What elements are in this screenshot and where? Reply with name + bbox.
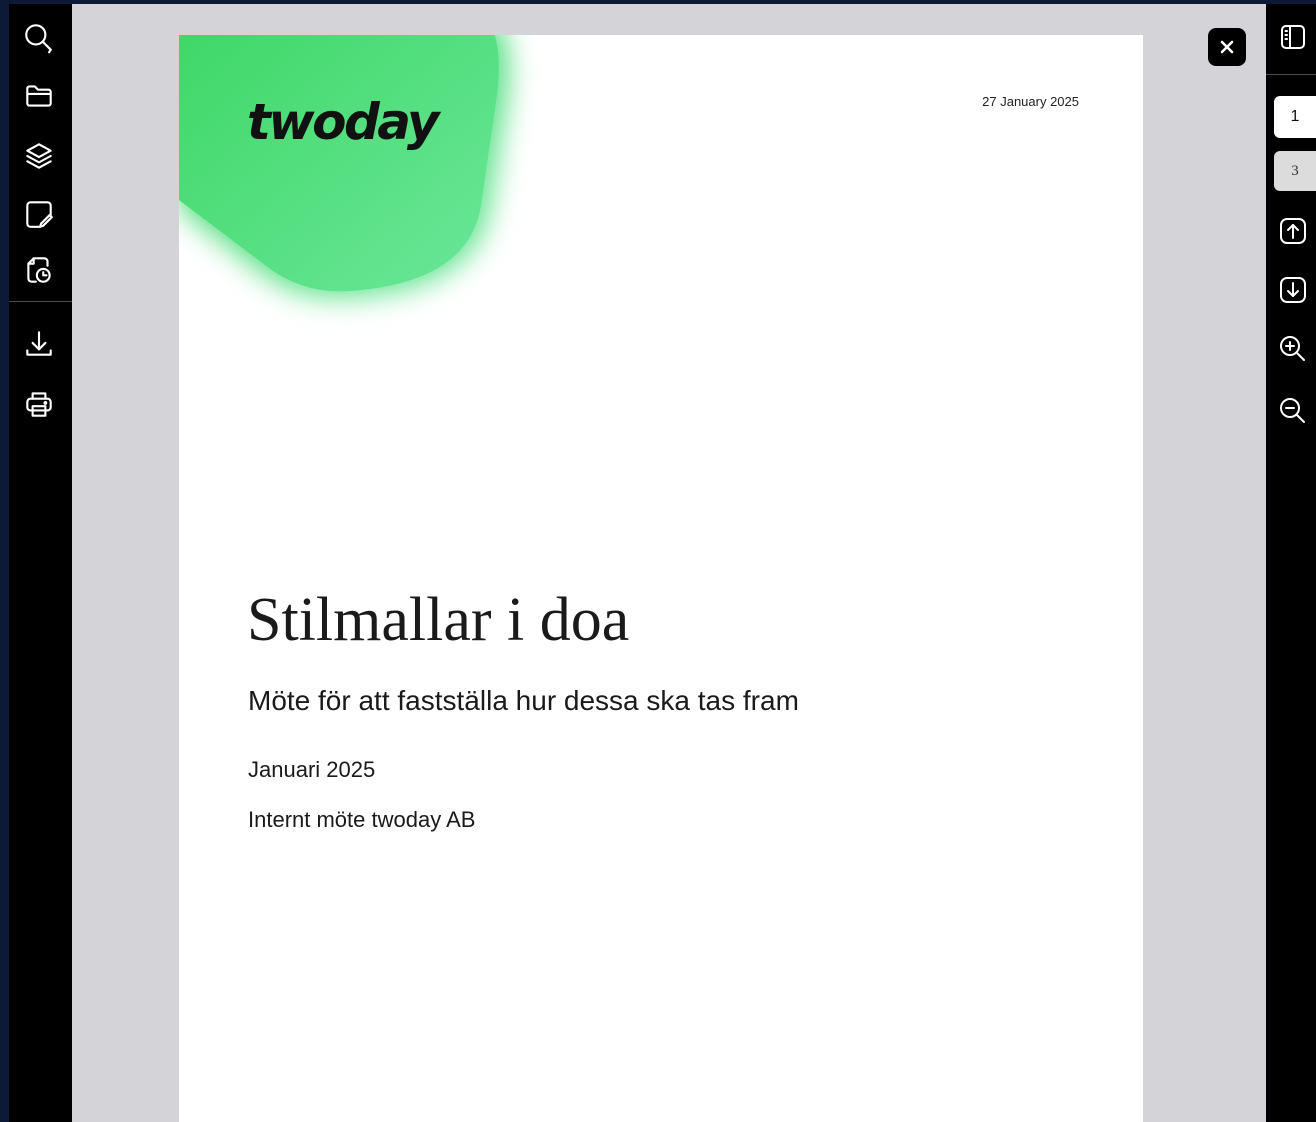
folder-icon[interactable] [21,78,57,114]
download-icon[interactable] [21,326,57,362]
layers-icon[interactable] [21,138,57,174]
sidebar-toggle-icon[interactable] [1276,20,1310,54]
document-date: 27 January 2025 [982,94,1079,109]
document-meeting-line: Internt möte twoday AB [248,807,476,832]
document-history-icon[interactable] [21,252,57,288]
print-icon[interactable] [21,386,57,422]
close-button[interactable] [1208,28,1246,66]
document-viewer[interactable]: twoday 27 January 2025 Stilmallar i doa … [72,4,1266,1122]
document-subtitle: Möte för att fastställa hur dessa ska ta… [248,685,799,716]
document-date-line: Januari 2025 [248,757,376,782]
zoom-out-icon[interactable] [1276,394,1310,428]
brand-shape [179,35,509,298]
annotation-icon[interactable] [21,196,57,232]
left-toolbar-divider [9,301,72,302]
left-toolbar [9,4,72,1122]
close-icon [1220,40,1234,54]
total-pages: 3 [1274,151,1316,191]
next-page-icon[interactable] [1276,273,1310,307]
current-page-input[interactable]: 1 [1274,96,1316,138]
document-title: Stilmallar i doa [247,586,630,654]
previous-page-icon[interactable] [1276,214,1310,248]
right-toolbar: 1 3 [1266,4,1316,1122]
zoom-in-icon[interactable] [1276,332,1310,366]
document-page: twoday 27 January 2025 Stilmallar i doa … [179,35,1143,1122]
company-logo: twoday [247,93,440,151]
search-icon[interactable] [21,20,57,56]
right-toolbar-divider [1266,74,1316,75]
